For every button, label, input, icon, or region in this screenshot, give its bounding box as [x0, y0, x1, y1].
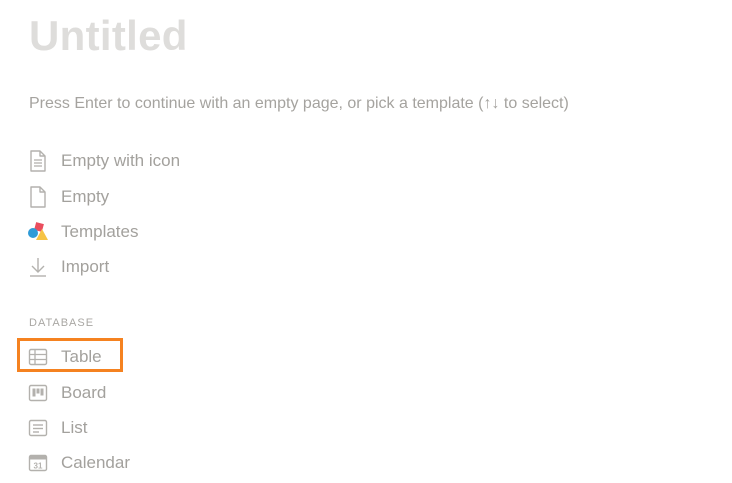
templates-icon: [24, 220, 52, 244]
calendar-day-number: 31: [34, 462, 43, 471]
menu-item-import[interactable]: Import: [24, 252, 109, 282]
calendar-icon: 31: [24, 451, 52, 475]
menu-item-label: Empty with icon: [61, 151, 181, 170]
list-icon: [24, 416, 52, 440]
menu-item-board[interactable]: Board: [24, 378, 106, 408]
menu-item-label: List: [61, 418, 88, 437]
board-icon: [24, 381, 52, 405]
menu-item-label: Templates: [61, 222, 139, 241]
import-arrow-icon: [24, 255, 52, 279]
new-page-template-picker: Untitled Press Enter to continue with an…: [0, 0, 732, 483]
menu-item-calendar[interactable]: 31 Calendar: [24, 448, 130, 478]
menu-item-label: Import: [61, 257, 110, 276]
empty-page-icon: [24, 185, 52, 209]
menu-item-table[interactable]: Table: [24, 342, 102, 372]
template-hint-text: Press Enter to continue with an empty pa…: [29, 95, 569, 112]
menu-item-templates[interactable]: Templates: [24, 217, 138, 247]
menu-item-label: Empty: [61, 187, 110, 206]
page-title[interactable]: Untitled: [29, 10, 188, 62]
menu-item-empty-with-icon[interactable]: Empty with icon: [24, 146, 180, 176]
menu-item-label: Table: [61, 347, 102, 366]
menu-item-list[interactable]: List: [24, 413, 87, 443]
page-with-icon-icon: [24, 149, 52, 173]
menu-item-label: Board: [61, 383, 107, 402]
table-icon: [24, 345, 52, 369]
menu-item-empty[interactable]: Empty: [24, 182, 109, 212]
menu-item-label: Calendar: [61, 453, 130, 472]
database-section-header: DATABASE: [29, 317, 95, 329]
